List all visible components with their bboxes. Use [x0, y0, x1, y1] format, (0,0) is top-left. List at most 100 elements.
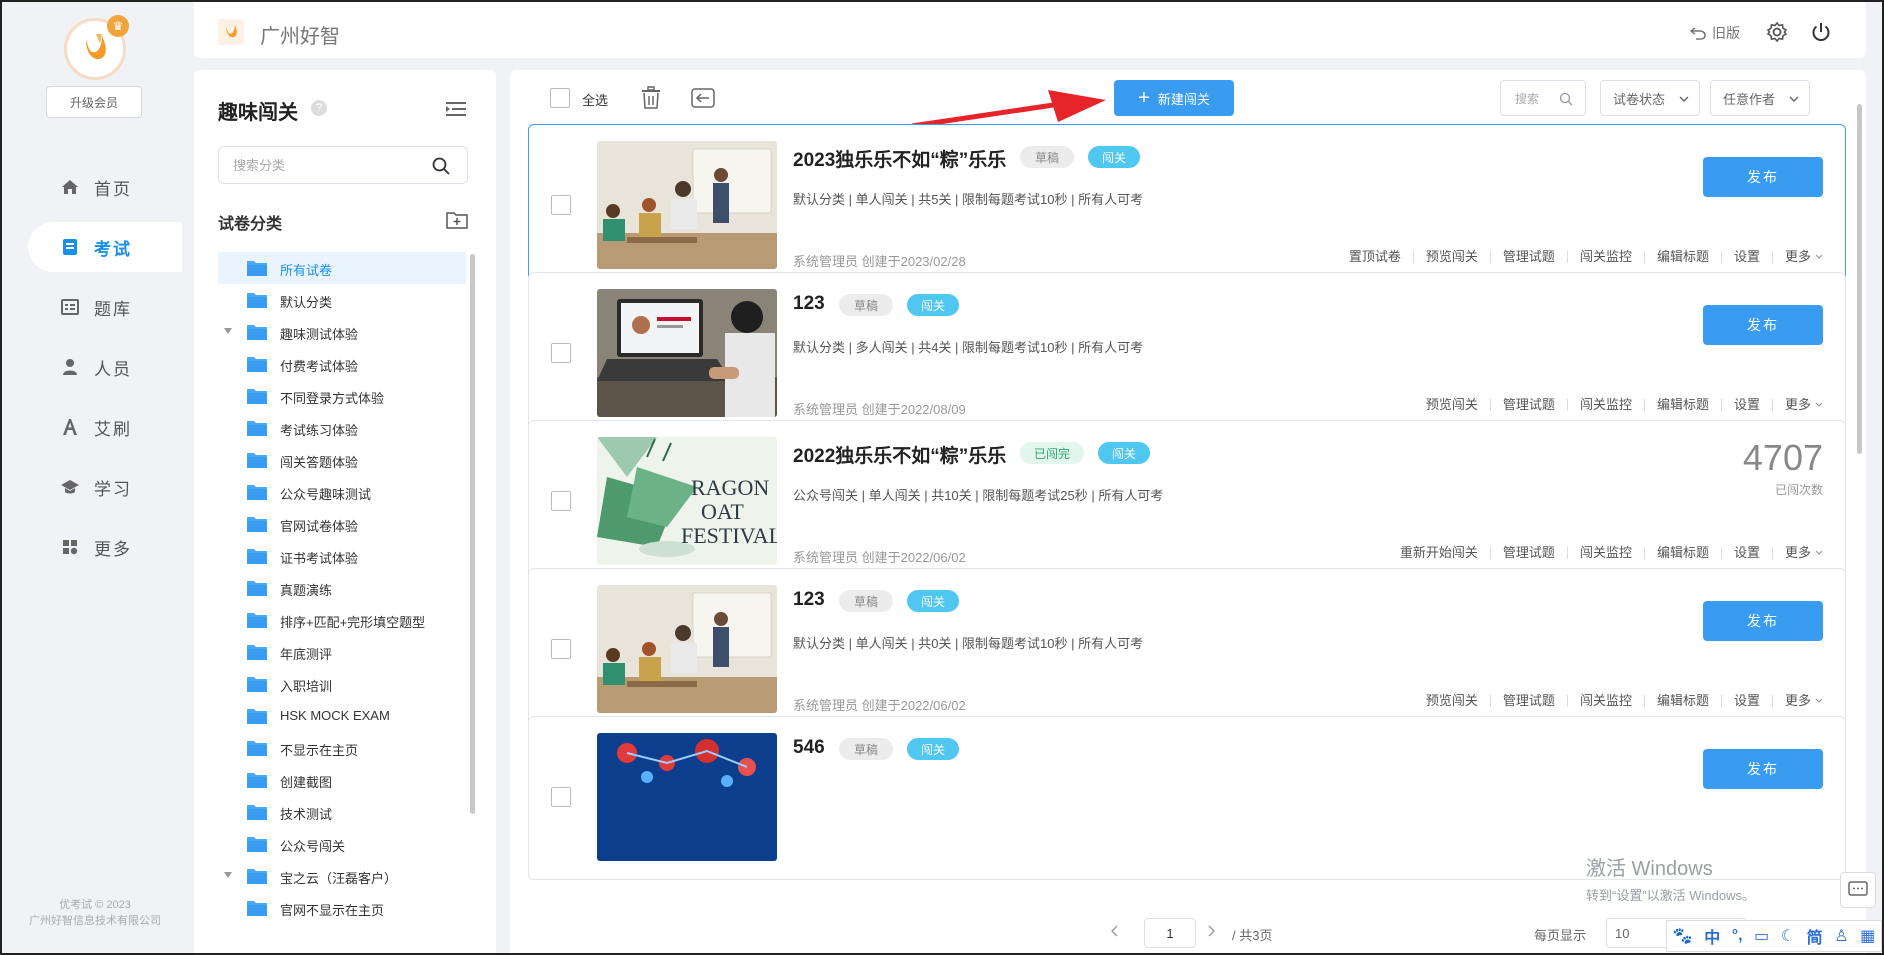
card-action-link[interactable]: 预览闯关: [1412, 250, 1490, 263]
category-item[interactable]: 排序+匹配+完形填空题型: [218, 604, 466, 636]
page-number-input[interactable]: 1: [1144, 918, 1196, 948]
category-item[interactable]: 宝之云（汪磊客户）: [218, 860, 466, 892]
upgrade-member-button[interactable]: 升级会员: [46, 86, 142, 118]
card-action-link[interactable]: 预览闯关: [1414, 694, 1490, 707]
nav-item-aishua[interactable]: 艾刷: [28, 402, 182, 452]
card-action-link[interactable]: 预览闯关: [1414, 398, 1490, 411]
card-checkbox[interactable]: [551, 639, 571, 659]
help-icon[interactable]: ?: [311, 100, 327, 116]
card-action-link[interactable]: 管理试题: [1489, 546, 1567, 559]
card-action-link[interactable]: 设置: [1720, 250, 1772, 263]
card-action-link[interactable]: 管理试题: [1489, 250, 1567, 263]
card-action-link[interactable]: 编辑标题: [1643, 694, 1721, 707]
nav-item-exam[interactable]: 考试: [28, 222, 182, 272]
exam-card[interactable]: 123 草稿 闯关 默认分类 | 单人闯关 | 共0关 | 限制每题考试10秒 | 所…: [528, 568, 1846, 732]
category-search-input[interactable]: [219, 147, 419, 183]
card-checkbox[interactable]: [551, 195, 571, 215]
card-title[interactable]: 123: [793, 293, 825, 315]
card-thumbnail[interactable]: [597, 585, 777, 713]
publish-button[interactable]: 发布: [1703, 305, 1823, 345]
publish-button[interactable]: 发布: [1703, 749, 1823, 789]
card-thumbnail[interactable]: RAGON OAT FESTIVAL: [597, 437, 777, 565]
card-thumbnail[interactable]: [597, 141, 777, 269]
user-avatar[interactable]: ♛: [64, 15, 129, 80]
moon-icon[interactable]: ☾: [1781, 926, 1795, 946]
ime-toolbar[interactable]: 🐾 中 °, ▭ ☾ 简 ♙ ▦: [1666, 920, 1882, 952]
expand-caret-icon[interactable]: [224, 872, 232, 878]
exam-card[interactable]: 123 草稿 闯关 默认分类 | 多人闯关 | 共4关 | 限制每题考试10秒 | 所…: [528, 272, 1846, 436]
publish-button[interactable]: 发布: [1703, 601, 1823, 641]
category-item[interactable]: 考试练习体验: [218, 412, 466, 444]
category-scrollbar[interactable]: [470, 254, 475, 814]
card-action-link[interactable]: 编辑标题: [1643, 398, 1721, 411]
ime-simplified-toggle[interactable]: 简: [1807, 924, 1823, 948]
category-item[interactable]: 创建截图: [218, 764, 466, 796]
card-action-link[interactable]: 编辑标题: [1643, 546, 1721, 559]
category-item[interactable]: 官网不显示在主页: [218, 892, 466, 924]
card-action-link[interactable]: 重新开始闯关: [1388, 546, 1490, 559]
expand-caret-icon[interactable]: [224, 328, 232, 334]
card-checkbox[interactable]: [551, 787, 571, 807]
main-scrollbar[interactable]: [1857, 104, 1862, 454]
more-menu[interactable]: 更多: [1771, 694, 1823, 707]
status-select[interactable]: 试卷状态: [1600, 80, 1700, 116]
search-icon[interactable]: [1559, 92, 1573, 106]
card-action-link[interactable]: 闯关监控: [1566, 398, 1644, 411]
card-title[interactable]: 2022独乐乐不如“粽”乐乐: [793, 441, 1006, 468]
select-all-label[interactable]: 全选: [582, 90, 608, 109]
card-action-link[interactable]: 管理试题: [1489, 398, 1567, 411]
old-version-link[interactable]: 旧版: [1690, 23, 1740, 43]
more-menu[interactable]: 更多: [1771, 398, 1823, 411]
category-item[interactable]: 闯关答题体验: [218, 444, 466, 476]
chat-icon[interactable]: [1840, 872, 1876, 908]
paw-icon[interactable]: 🐾: [1673, 926, 1693, 946]
category-item[interactable]: 真题演练: [218, 572, 466, 604]
more-menu[interactable]: 更多: [1771, 250, 1823, 263]
gear-icon[interactable]: [1766, 21, 1788, 43]
category-item[interactable]: 官网试卷体验: [218, 508, 466, 540]
card-thumbnail[interactable]: [597, 289, 777, 417]
exam-search-input[interactable]: 搜索: [1500, 80, 1586, 116]
trash-icon[interactable]: [640, 86, 662, 110]
select-all-checkbox[interactable]: [550, 88, 570, 108]
category-item[interactable]: 技术测试: [218, 796, 466, 828]
card-action-link[interactable]: 管理试题: [1489, 694, 1567, 707]
publish-button[interactable]: 发布: [1703, 157, 1823, 197]
grid-icon[interactable]: ▦: [1860, 926, 1875, 946]
nav-item-home[interactable]: 首页: [28, 162, 182, 212]
nav-item-question-bank[interactable]: 题库: [28, 282, 182, 332]
move-folder-icon[interactable]: [690, 87, 716, 109]
collapse-menu-icon[interactable]: [446, 100, 466, 118]
nav-item-users[interactable]: 人员: [28, 342, 182, 392]
category-item[interactable]: 公众号闯关: [218, 828, 466, 860]
card-checkbox[interactable]: [551, 343, 571, 363]
card-action-link[interactable]: 设置: [1720, 694, 1772, 707]
card-action-link[interactable]: 闯关监控: [1566, 250, 1644, 263]
category-item[interactable]: 年底测评: [218, 636, 466, 668]
category-item[interactable]: 默认分类: [218, 284, 466, 316]
card-title[interactable]: 546: [793, 737, 825, 759]
card-action-link[interactable]: 置顶试卷: [1337, 250, 1413, 263]
user-icon[interactable]: ♙: [1834, 926, 1848, 946]
card-checkbox[interactable]: [551, 491, 571, 511]
keyboard-icon[interactable]: ▭: [1754, 926, 1769, 946]
category-item[interactable]: 公众号趣味测试: [218, 476, 466, 508]
category-item[interactable]: HSK MOCK EXAM: [218, 700, 466, 732]
next-page-icon[interactable]: [1206, 924, 1216, 938]
category-item[interactable]: 付费考试体验: [218, 348, 466, 380]
add-folder-icon[interactable]: [446, 210, 468, 230]
ime-punctuation-toggle[interactable]: °,: [1732, 927, 1743, 945]
card-action-link[interactable]: 闯关监控: [1566, 694, 1644, 707]
card-action-link[interactable]: 闯关监控: [1566, 546, 1644, 559]
card-title[interactable]: 123: [793, 589, 825, 611]
category-item[interactable]: 证书考试体验: [218, 540, 466, 572]
card-action-link[interactable]: 编辑标题: [1643, 250, 1721, 263]
new-challenge-button[interactable]: + 新建闯关: [1114, 80, 1234, 116]
category-item[interactable]: 不同登录方式体验: [218, 380, 466, 412]
ime-chinese-toggle[interactable]: 中: [1704, 924, 1720, 948]
search-icon[interactable]: [431, 156, 451, 176]
category-item[interactable]: 所有试卷: [218, 252, 466, 284]
nav-item-learning[interactable]: 学习: [28, 462, 182, 512]
card-action-link[interactable]: 设置: [1720, 398, 1772, 411]
power-icon[interactable]: [1810, 21, 1832, 43]
